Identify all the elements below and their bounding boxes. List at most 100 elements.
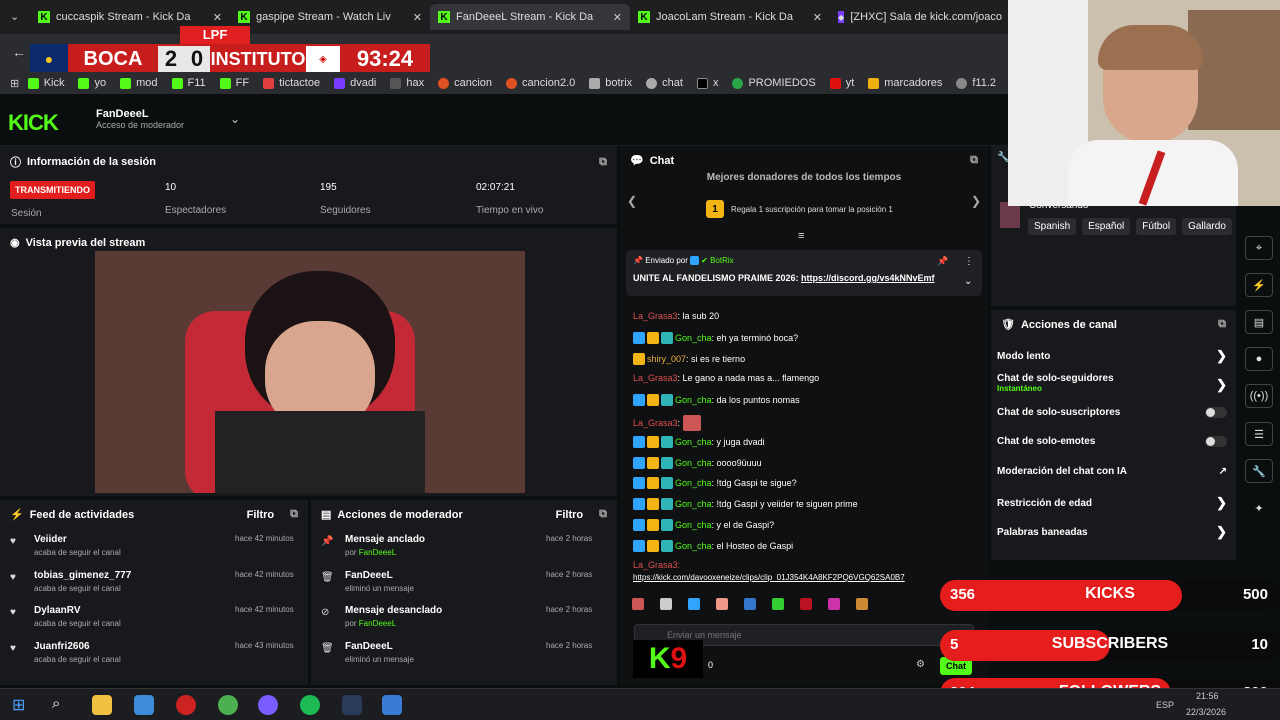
bookmark[interactable]: yo	[78, 77, 106, 89]
action-subs-only[interactable]: Chat de solo-suscriptores	[997, 407, 1227, 418]
emote-icon[interactable]	[800, 598, 812, 610]
chat-username[interactable]: Gon_cha	[675, 437, 712, 447]
bookmark[interactable]: cancion	[438, 77, 492, 89]
tag[interactable]: Spanish	[1028, 218, 1077, 235]
popout-icon[interactable]: ⧉	[599, 156, 607, 169]
action-ai-moderation[interactable]: Moderación del chat con IA ↗	[997, 466, 1227, 477]
action-age-restriction[interactable]: Restricción de edad ❯	[997, 495, 1227, 511]
chat-username[interactable]: Gon_cha	[675, 478, 712, 488]
chat-username[interactable]: Gon_cha	[675, 333, 712, 343]
obs-icon[interactable]	[176, 695, 196, 715]
apps-grid-icon[interactable]: ⊞	[0, 77, 28, 90]
wrench-icon[interactable]: 🔧	[1245, 459, 1273, 483]
puzzle-icon[interactable]: ✦	[1245, 496, 1273, 520]
bookmark[interactable]: dvadi	[334, 77, 376, 89]
clock-time[interactable]: 21:56	[1196, 691, 1219, 701]
document-icon[interactable]: ▤	[1245, 310, 1273, 334]
search-icon[interactable]: ⌕	[52, 695, 60, 712]
unpin-button-icon[interactable]: 📌	[937, 256, 948, 267]
action-slow-mode[interactable]: Modo lento ❯	[997, 348, 1227, 364]
popout-icon[interactable]: ⧉	[1218, 318, 1226, 331]
tag[interactable]: Gallardo	[1182, 218, 1232, 235]
tag[interactable]: Español	[1082, 218, 1131, 235]
windows-start-icon[interactable]: ⊞	[12, 695, 25, 715]
more-options-icon[interactable]: ⋮	[964, 256, 974, 267]
chevron-down-icon[interactable]: ⌄	[230, 112, 240, 126]
mod-filter-button[interactable]: Filtro	[556, 509, 584, 521]
popout-icon[interactable]: ⧉	[599, 508, 607, 521]
emote-icon[interactable]	[744, 598, 756, 610]
feed-filter-button[interactable]: Filtro	[247, 509, 275, 521]
language-indicator[interactable]: ESP	[1156, 700, 1174, 710]
bookmark[interactable]: PROMIEDOS	[732, 77, 816, 89]
chat-username[interactable]: La_Grasa3	[633, 418, 678, 428]
edge-icon[interactable]	[134, 695, 154, 715]
chevron-left-icon[interactable]: ❮	[627, 194, 637, 208]
bookmark[interactable]: botrix	[589, 77, 632, 89]
chat-username[interactable]: Gon_cha	[675, 458, 712, 468]
list-icon[interactable]: ☰	[1245, 422, 1273, 446]
close-icon[interactable]: ✕	[813, 11, 822, 24]
back-arrow-icon[interactable]: ←	[12, 44, 26, 60]
emote-icon[interactable]	[716, 598, 728, 610]
bookmark[interactable]: hax	[390, 77, 424, 89]
browser-tab[interactable]: ◆ [ZHXC] Sala de kick.com/joaco	[830, 4, 1010, 30]
popout-icon[interactable]: ⧉	[290, 508, 298, 521]
discord-icon[interactable]	[258, 695, 278, 715]
bookmark[interactable]: cancion2.0	[506, 77, 575, 89]
chat-username[interactable]: La_Grasa3:	[633, 560, 680, 570]
bookmark[interactable]: tictactoe	[263, 77, 320, 89]
target-icon[interactable]: ⌖	[1245, 236, 1273, 260]
close-icon[interactable]: ✕	[613, 11, 622, 24]
emote-icon[interactable]	[688, 598, 700, 610]
chat-username[interactable]: Gon_cha	[675, 499, 712, 509]
chevron-right-icon[interactable]: ❯	[971, 194, 981, 208]
clip-link[interactable]: https://kick.com/davooxeneize/clips/clip…	[633, 573, 905, 582]
chat-username[interactable]: La_Grasa3	[633, 373, 678, 383]
chat-bubble-icon[interactable]: ●	[1245, 347, 1273, 371]
close-icon[interactable]: ✕	[413, 11, 422, 24]
bookmark[interactable]: f11.2	[956, 77, 996, 89]
emote-icon[interactable]	[856, 598, 868, 610]
chevron-down-icon[interactable]: ⌄	[964, 276, 972, 287]
chat-username[interactable]: La_Grasa3	[633, 311, 678, 321]
popout-icon[interactable]: ⧉	[970, 154, 978, 167]
bookmark[interactable]: F11	[171, 77, 206, 89]
kick-logo[interactable]: KICK	[8, 110, 59, 136]
tab-search-icon[interactable]: ⌄	[10, 10, 19, 23]
emote-icon[interactable]	[772, 598, 784, 610]
emote-icon[interactable]	[828, 598, 840, 610]
action-emotes-only[interactable]: Chat de solo-emotes	[997, 436, 1227, 447]
discord-link[interactable]: https://discord.gg/vs4kNNvEmf	[801, 273, 935, 283]
chrome-icon[interactable]	[218, 695, 238, 715]
bookmark[interactable]: chat	[646, 77, 683, 89]
chat-username[interactable]: Gon_cha	[675, 395, 712, 405]
file-explorer-icon[interactable]	[92, 695, 112, 715]
bolt-icon[interactable]: ⚡	[1245, 273, 1273, 297]
steam-icon[interactable]	[342, 695, 362, 715]
action-banned-words[interactable]: Palabras baneadas ❯	[997, 524, 1227, 540]
browser-tab[interactable]: K JoacoLam Stream - Kick Da ✕	[630, 4, 830, 30]
channel-switcher[interactable]: FanDeeeL Acceso de moderador	[96, 108, 184, 130]
toggle-switch[interactable]	[1205, 407, 1227, 418]
emote-icon[interactable]	[632, 598, 644, 610]
chat-username[interactable]: Gon_cha	[675, 520, 712, 530]
toggle-switch[interactable]	[1205, 436, 1227, 447]
browser-tab-active[interactable]: K FanDeeeL Stream - Kick Da ✕	[430, 4, 630, 30]
bookmark[interactable]: yt	[829, 77, 854, 89]
chat-username[interactable]: Gon_cha	[675, 541, 712, 551]
clock-date[interactable]: 22/3/2026	[1186, 707, 1226, 717]
emote-icon[interactable]	[660, 598, 672, 610]
bookmark[interactable]: Kick	[27, 77, 64, 89]
broadcast-icon[interactable]: ((•))	[1245, 384, 1273, 408]
settings-gear-icon[interactable]: ⚙	[916, 659, 925, 670]
close-icon[interactable]: ✕	[213, 11, 222, 24]
bookmark[interactable]: marcadores	[868, 77, 942, 89]
action-followers-only[interactable]: Chat de solo-seguidores Instantáneo ❯	[997, 373, 1227, 393]
spotify-icon[interactable]	[300, 695, 320, 715]
app-icon[interactable]	[382, 695, 402, 715]
chat-username[interactable]: shiry_007	[647, 354, 686, 364]
bookmark[interactable]: mod	[120, 77, 158, 89]
filter-icon[interactable]: ≡	[798, 230, 804, 242]
bookmark[interactable]: x	[696, 77, 718, 89]
